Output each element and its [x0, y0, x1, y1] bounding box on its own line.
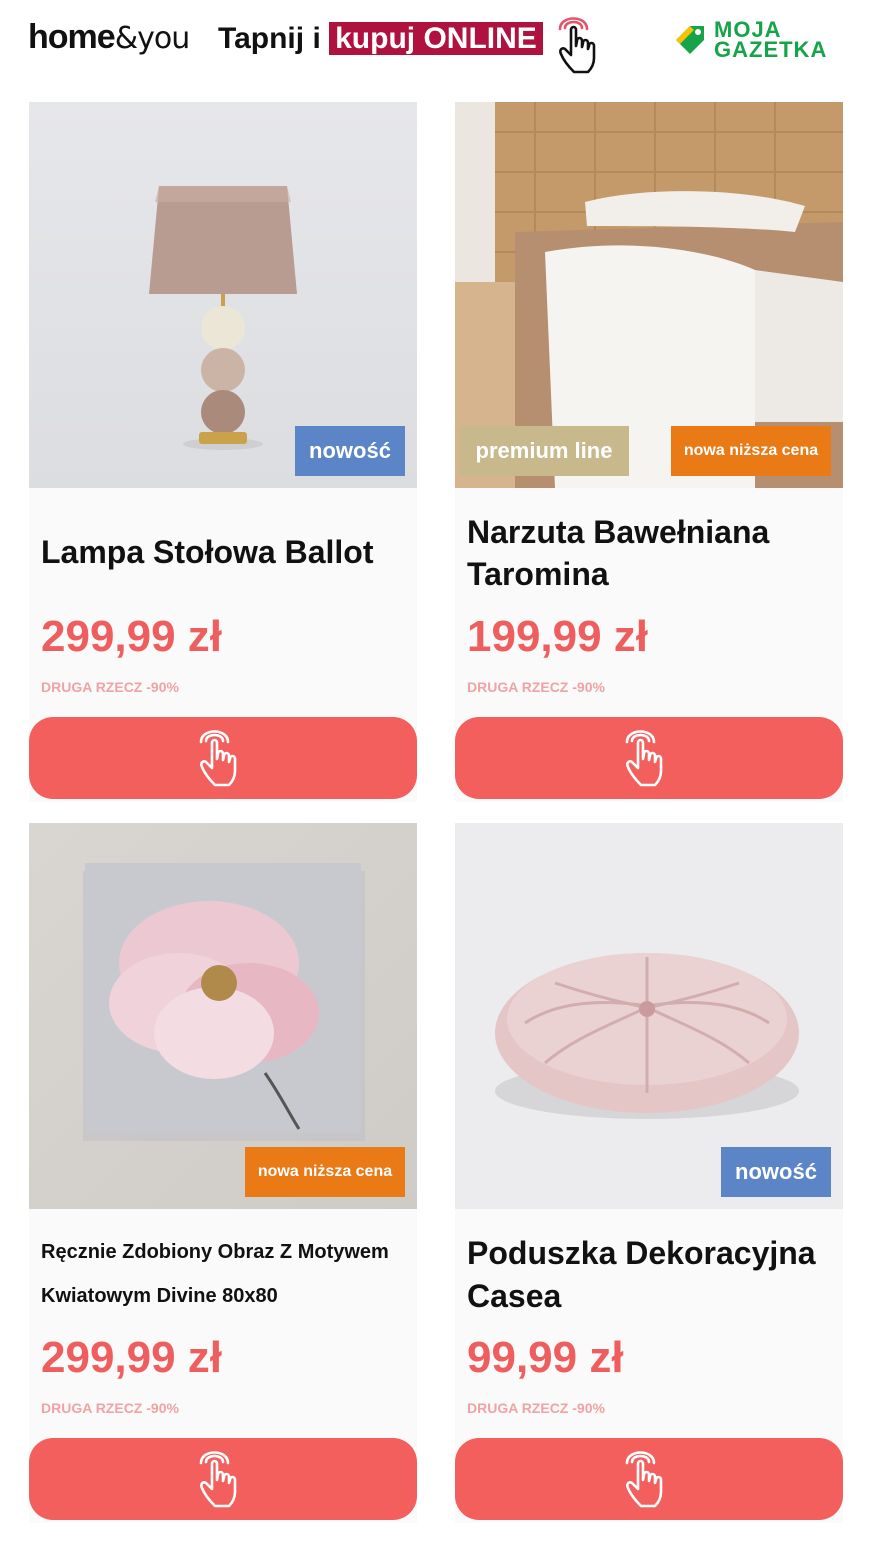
product-image[interactable]: nowość: [29, 102, 417, 488]
premium-badge: premium line: [459, 426, 629, 476]
tap-hand-icon: [195, 727, 251, 789]
product-image[interactable]: nowa niższa cena: [29, 823, 417, 1209]
product-card[interactable]: nowość Lampa Stołowa Ballot 299,99 zł DR…: [29, 102, 417, 802]
brand-bold: home: [28, 18, 116, 56]
product-title[interactable]: Ręcznie Zdobiony Obraz Z Motywem: [41, 1230, 389, 1274]
tagline[interactable]: Tapnij i kupuj ONLINE: [218, 22, 543, 56]
header: home&you Tapnij i kupuj ONLINE MOJA GAZE…: [0, 0, 872, 90]
price-tag-icon: [676, 26, 704, 54]
promo-label: DRUGA RZECZ -90%: [467, 1400, 605, 1416]
product-card[interactable]: nowość Poduszka Dekoracyjna Casea 99,99 …: [455, 823, 843, 1523]
product-price: 199,99 zł: [467, 612, 649, 661]
buy-button[interactable]: [29, 717, 417, 799]
product-price: 299,99 zł: [41, 612, 223, 661]
tap-hand-icon: [558, 17, 596, 74]
tap-hand-icon: [621, 727, 677, 789]
tap-hand-icon: [195, 1448, 251, 1510]
product-title-line2[interactable]: Taromina: [467, 552, 609, 596]
buy-button[interactable]: [455, 717, 843, 799]
product-image[interactable]: nowość: [455, 823, 843, 1209]
home-and-you-logo[interactable]: home&you: [28, 18, 191, 57]
tap-hand-icon: [621, 1448, 677, 1510]
product-title-line2[interactable]: Kwiatowym Divine 80x80: [41, 1274, 278, 1318]
logo-line2: GAZETKA: [714, 37, 828, 62]
price-drop-badge: nowa niższa cena: [245, 1147, 405, 1197]
product-card[interactable]: nowa niższa cena Ręcznie Zdobiony Obraz …: [29, 823, 417, 1523]
product-title[interactable]: Narzuta Bawełniana: [467, 510, 769, 554]
price-drop-badge: nowa niższa cena: [671, 426, 831, 476]
promo-label: DRUGA RZECZ -90%: [41, 1400, 179, 1416]
moja-gazetka-logo[interactable]: MOJA GAZETKA: [672, 18, 852, 62]
product-title-line2[interactable]: Casea: [467, 1274, 561, 1318]
product-card[interactable]: premium line nowa niższa cena Narzuta Ba…: [455, 102, 843, 802]
tagline-highlight: kupuj ONLINE: [329, 22, 543, 55]
status-badge: nowość: [295, 426, 405, 476]
product-image[interactable]: premium line nowa niższa cena: [455, 102, 843, 488]
buy-button[interactable]: [29, 1438, 417, 1520]
status-badge: nowość: [721, 1147, 831, 1197]
tagline-prefix: Tapnij i: [218, 22, 321, 55]
product-title[interactable]: Lampa Stołowa Ballot: [41, 530, 373, 574]
promo-label: DRUGA RZECZ -90%: [467, 679, 605, 695]
product-price: 99,99 zł: [467, 1333, 624, 1382]
product-price: 299,99 zł: [41, 1333, 223, 1382]
promo-label: DRUGA RZECZ -90%: [41, 679, 179, 695]
product-title[interactable]: Poduszka Dekoracyjna: [467, 1231, 816, 1275]
buy-button[interactable]: [455, 1438, 843, 1520]
brand-light: &you: [114, 21, 191, 56]
